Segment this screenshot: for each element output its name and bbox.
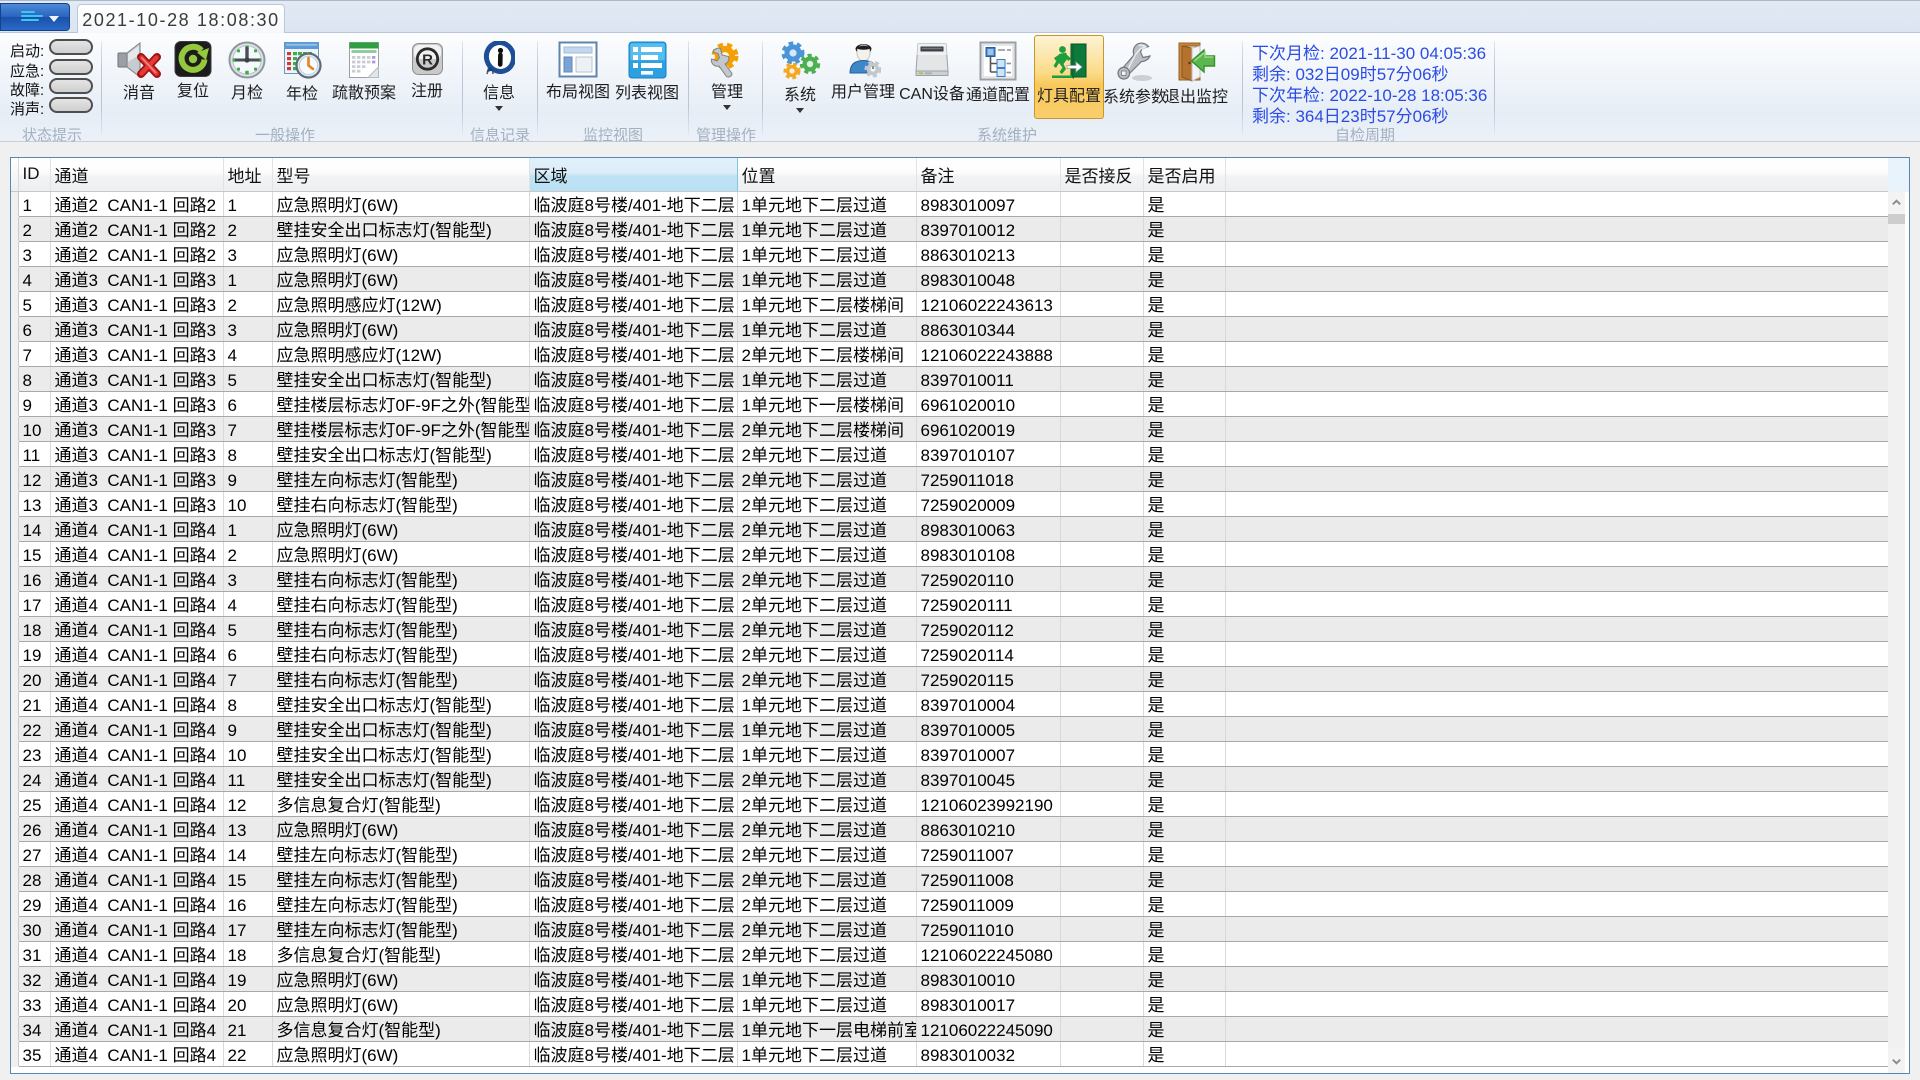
svg-text:R: R (422, 52, 433, 69)
